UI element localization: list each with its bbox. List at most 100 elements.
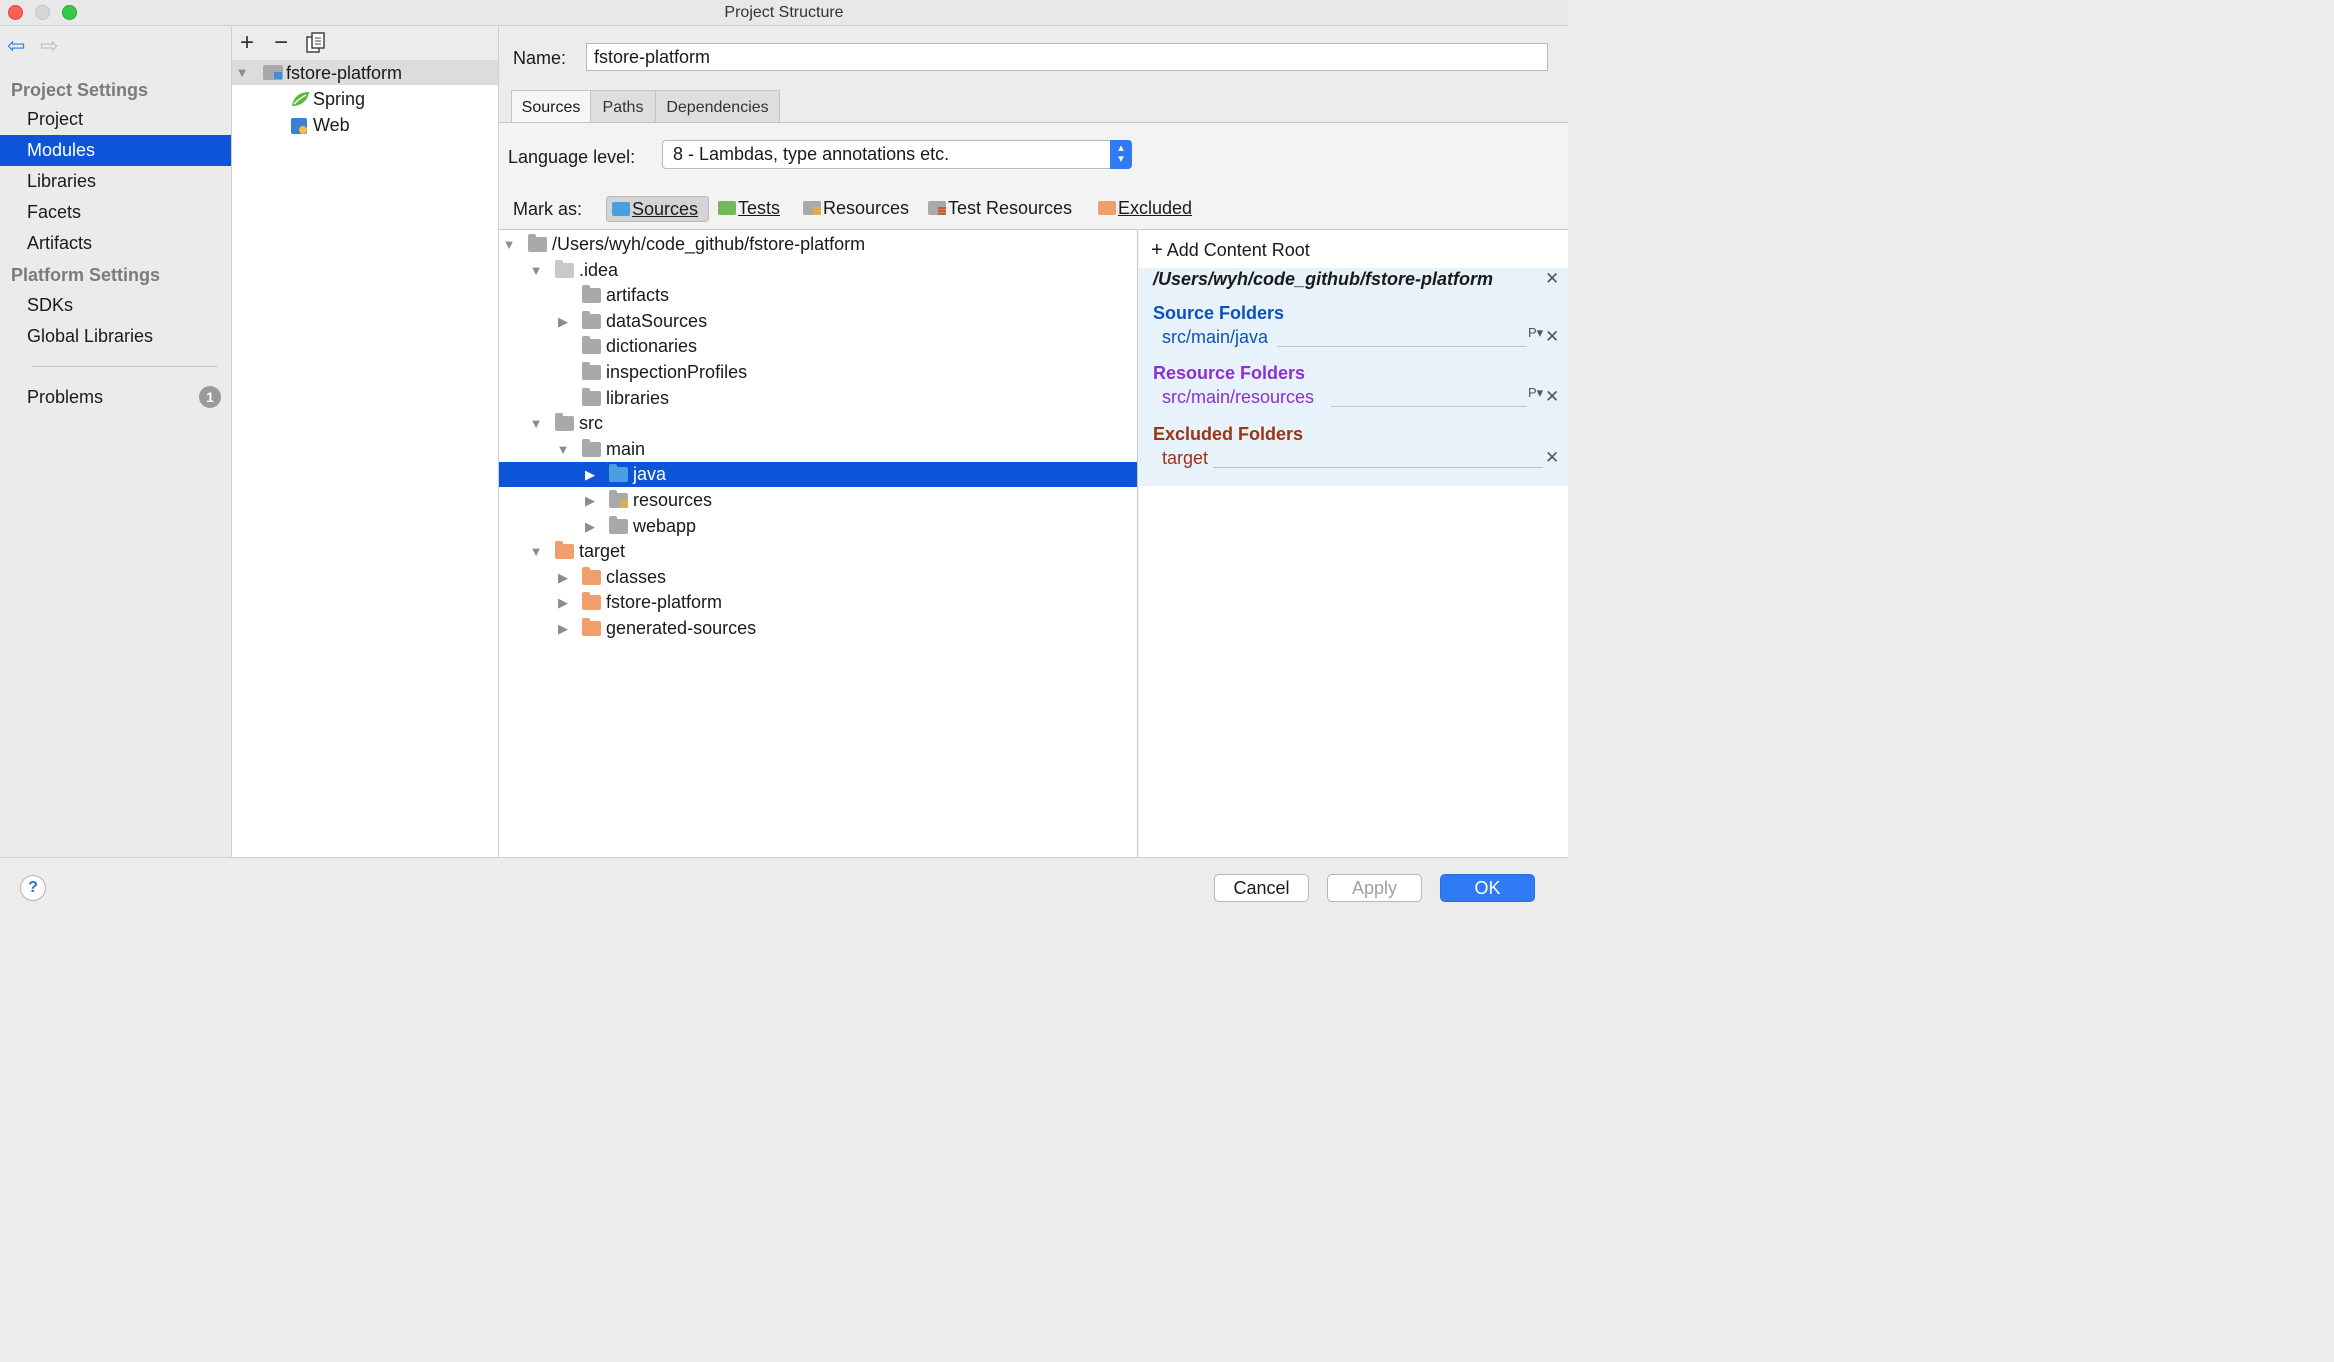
facet-row-web[interactable]: Web bbox=[232, 113, 498, 138]
mark-test-resources-button[interactable]: Test Resources bbox=[923, 196, 1091, 222]
back-arrow-icon[interactable]: ⇦ bbox=[7, 35, 25, 57]
module-folder-icon bbox=[263, 65, 283, 80]
folder-icon bbox=[582, 566, 601, 585]
tree-row[interactable]: ▼ .idea bbox=[499, 258, 1137, 283]
divider bbox=[1331, 406, 1527, 407]
zoom-window-icon[interactable] bbox=[62, 5, 77, 20]
tree-row[interactable]: ▶ classes bbox=[499, 565, 1137, 590]
folder-icon bbox=[582, 336, 601, 355]
tree-row[interactable]: dictionaries bbox=[499, 334, 1137, 359]
language-level-value: 8 - Lambdas, type annotations etc. bbox=[673, 144, 950, 164]
tree-row-label: webapp bbox=[633, 515, 697, 536]
remove-root-icon[interactable]: ✕ bbox=[1545, 269, 1559, 289]
expanded-arrow-icon[interactable]: ▼ bbox=[502, 232, 516, 257]
mark-excluded-button[interactable]: Excluded bbox=[1093, 196, 1203, 222]
excluded-folder-path: target bbox=[1162, 448, 1209, 468]
collapsed-arrow-icon[interactable]: ▶ bbox=[556, 590, 570, 615]
remove-excluded-folder-icon[interactable]: ✕ bbox=[1545, 448, 1559, 468]
project-structure-window: Project Structure ⇦ ⇨ Project Settings P… bbox=[0, 0, 1568, 915]
add-content-root-label: Add Content Root bbox=[1166, 240, 1310, 260]
tree-row-label: src bbox=[579, 413, 603, 434]
tree-row-label: fstore-platform bbox=[606, 592, 723, 613]
tree-row[interactable]: inspectionProfiles bbox=[499, 360, 1137, 385]
mark-sources-button[interactable]: Sources bbox=[606, 196, 709, 222]
ok-button[interactable]: OK bbox=[1440, 874, 1535, 902]
facet-row-spring[interactable]: Spring bbox=[232, 87, 498, 112]
tab-sources[interactable]: Sources bbox=[511, 90, 591, 123]
tree-row[interactable]: ▶ resources bbox=[499, 488, 1137, 513]
tree-row-label: target bbox=[579, 541, 626, 562]
tree-row-label: libraries bbox=[606, 387, 670, 408]
collapsed-arrow-icon[interactable]: ▶ bbox=[556, 565, 570, 590]
tree-row[interactable]: libraries bbox=[499, 386, 1137, 411]
source-folder-path: src/main/java bbox=[1162, 327, 1269, 347]
folder-icon bbox=[582, 285, 601, 304]
chevron-updown-icon: ▴ ▾ bbox=[1110, 140, 1132, 169]
tree-row-label: java bbox=[633, 464, 667, 485]
sidebar-item-problems[interactable]: Problems bbox=[0, 382, 231, 413]
edit-properties-icon[interactable]: P▾ bbox=[1528, 385, 1543, 401]
folder-icon bbox=[609, 464, 628, 483]
folder-icon bbox=[582, 438, 601, 457]
tree-row-label: dictionaries bbox=[606, 336, 698, 357]
facet-label: Spring bbox=[313, 89, 366, 109]
tree-row[interactable]: ▶ webapp bbox=[499, 514, 1137, 539]
mark-resources-button[interactable]: Resources bbox=[798, 196, 918, 222]
mark-tests-button[interactable]: Tests bbox=[713, 196, 795, 222]
tree-row[interactable]: ▼ target bbox=[499, 539, 1137, 564]
sidebar-item-project[interactable]: Project bbox=[0, 104, 231, 135]
folder-icon bbox=[582, 310, 601, 329]
cancel-button[interactable]: Cancel bbox=[1214, 874, 1309, 902]
tests-folder-icon bbox=[718, 201, 736, 215]
tree-row[interactable]: ▼ src bbox=[499, 411, 1137, 436]
expanded-arrow-icon[interactable]: ▼ bbox=[556, 437, 570, 462]
module-row[interactable]: ▼ fstore-platform bbox=[232, 60, 498, 85]
tree-row[interactable]: ▶ dataSources bbox=[499, 309, 1137, 334]
close-window-icon[interactable] bbox=[8, 5, 23, 20]
resource-folder-path: src/main/resources bbox=[1162, 387, 1315, 407]
folder-icon bbox=[582, 387, 601, 406]
collapsed-arrow-icon[interactable]: ▶ bbox=[583, 488, 597, 513]
sidebar-item-modules[interactable]: Modules bbox=[0, 135, 231, 166]
forward-arrow-icon[interactable]: ⇨ bbox=[40, 35, 58, 57]
tree-row[interactable]: ▶ java bbox=[499, 462, 1137, 488]
remove-module-icon[interactable]: − bbox=[274, 30, 288, 56]
tab-paths[interactable]: Paths bbox=[590, 90, 656, 123]
expanded-arrow-icon[interactable]: ▼ bbox=[529, 411, 543, 436]
remove-resource-folder-icon[interactable]: ✕ bbox=[1545, 387, 1559, 407]
sidebar-item-sdks[interactable]: SDKs bbox=[0, 290, 231, 321]
sidebar-item-global-libraries[interactable]: Global Libraries bbox=[0, 321, 231, 352]
collapsed-arrow-icon[interactable]: ▶ bbox=[556, 616, 570, 641]
collapse-icon[interactable]: ▼ bbox=[235, 60, 249, 85]
minimize-window-icon[interactable] bbox=[35, 5, 50, 20]
tree-row[interactable]: ▶ fstore-platform bbox=[499, 590, 1137, 615]
add-module-icon[interactable]: + bbox=[240, 30, 254, 56]
language-level-select[interactable]: 8 - Lambdas, type annotations etc. ▴ ▾ bbox=[662, 140, 1132, 169]
edit-properties-icon[interactable]: P▾ bbox=[1528, 325, 1543, 341]
module-name-field[interactable] bbox=[586, 43, 1548, 71]
apply-button[interactable]: Apply bbox=[1327, 874, 1422, 902]
tab-dependencies[interactable]: Dependencies bbox=[655, 90, 780, 123]
collapsed-arrow-icon[interactable]: ▶ bbox=[583, 514, 597, 539]
remove-source-folder-icon[interactable]: ✕ bbox=[1545, 327, 1559, 347]
tree-row[interactable]: ▼ /Users/wyh/code_github/fstore-platform bbox=[499, 232, 1137, 257]
sidebar-item-libraries[interactable]: Libraries bbox=[0, 166, 231, 197]
help-button[interactable]: ? bbox=[20, 875, 46, 901]
sidebar-item-facets[interactable]: Facets bbox=[0, 197, 231, 228]
tree-row[interactable]: artifacts bbox=[499, 283, 1137, 308]
collapsed-arrow-icon[interactable]: ▶ bbox=[556, 309, 570, 334]
tree-row-label: resources bbox=[633, 490, 713, 510]
collapsed-arrow-icon[interactable]: ▶ bbox=[583, 462, 597, 487]
divider bbox=[32, 366, 218, 367]
sidebar-item-artifacts[interactable]: Artifacts bbox=[0, 228, 231, 259]
copy-icon[interactable] bbox=[306, 32, 326, 60]
add-content-root-button[interactable]: + Add Content Root bbox=[1151, 239, 1310, 261]
language-level-label: Language level: bbox=[508, 147, 636, 167]
tree-row-label: .idea bbox=[579, 259, 619, 280]
expanded-arrow-icon[interactable]: ▼ bbox=[529, 539, 543, 564]
tree-row[interactable]: ▼ main bbox=[499, 437, 1137, 462]
plus-icon: + bbox=[1151, 239, 1163, 261]
expanded-arrow-icon[interactable]: ▼ bbox=[529, 258, 543, 283]
folder-icon bbox=[582, 362, 601, 380]
tree-row[interactable]: ▶ generated-sources bbox=[499, 616, 1137, 641]
